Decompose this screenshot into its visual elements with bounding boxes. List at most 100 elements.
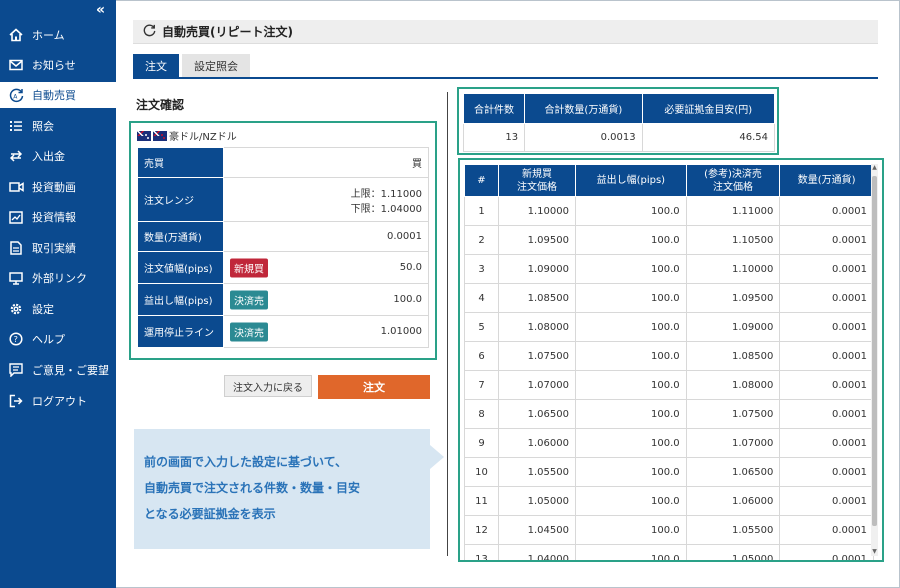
scroll-up-icon[interactable]: ▲ (871, 164, 878, 172)
australia-flag-icon (137, 130, 151, 141)
table-row: 3 1.09000 100.0 1.10000 0.0001 (464, 254, 874, 284)
profit-label: 益出し幅(pips) (137, 283, 224, 316)
orders-scrollbar[interactable]: ▲ ▼ (871, 164, 878, 556)
sell-price: 1.09000 (685, 312, 781, 342)
callout-pointer (430, 445, 444, 469)
range-upper: 上限：1.11000 (350, 188, 422, 200)
buy-price: 1.07500 (498, 341, 576, 371)
sidebar-item-trade-history[interactable]: 取引実績 (0, 235, 116, 261)
transfer-icon (8, 148, 24, 164)
close-sell-badge: 決済売 (230, 290, 268, 309)
callout-line-1: 前の画面で入力した設定に基づいて、 (144, 455, 348, 469)
buy-price: 1.05000 (498, 486, 576, 516)
new-buy-badge: 新規買 (230, 258, 268, 277)
orders-header-qty: 数量(万通貨) (779, 164, 874, 197)
summary-header-margin: 必要証拠金目安(円) (641, 93, 776, 124)
sidebar-item-label: ログアウト (32, 395, 87, 408)
quantity: 0.0001 (779, 312, 874, 342)
sidebar-item-label: 設定 (32, 303, 54, 316)
profit-width: 100.0 (575, 196, 687, 226)
auto-trade-icon (143, 24, 156, 40)
sidebar-item-label: 投資情報 (32, 211, 76, 224)
sidebar-item-label: 自動売買 (32, 89, 76, 102)
svg-text:?: ? (14, 335, 18, 344)
confirm-row-width: 注文値幅(pips) 新規買 50.0 (137, 251, 429, 284)
sidebar-item-home[interactable]: ホーム (0, 22, 116, 48)
sell-price: 1.07000 (685, 428, 781, 458)
back-to-input-button[interactable]: 注文入力に戻る (224, 375, 312, 397)
sidebar-item-video[interactable]: 投資動画 (0, 174, 116, 200)
scroll-thumb[interactable] (872, 176, 877, 526)
confirm-heading: 注文確認 (136, 98, 185, 112)
table-row: 5 1.08000 100.0 1.09000 0.0001 (464, 312, 874, 342)
confirm-row-qty: 数量(万通貨) 0.0001 (137, 221, 429, 252)
stop-label: 運用停止ライン (137, 315, 224, 348)
quantity: 0.0001 (779, 283, 874, 313)
range-value: 上限：1.11000 下限：1.04000 (223, 177, 429, 222)
stop-value-cell: 決済売 1.01000 (223, 315, 429, 348)
row-index: 11 (464, 486, 499, 516)
video-icon (8, 179, 24, 195)
page-title: 自動売買(リピート注文) (162, 25, 293, 39)
sidebar-item-label: 投資動画 (32, 181, 76, 194)
summary-header-qty: 合計数量(万通貨) (524, 93, 643, 124)
table-row: 6 1.07500 100.0 1.08500 0.0001 (464, 341, 874, 371)
sidebar-item-logout[interactable]: ログアウト (0, 388, 116, 414)
summary-table: 合計件数 合計数量(万通貨) 必要証拠金目安(円) 13 0.0013 46.5… (462, 93, 776, 152)
summary-header-count: 合計件数 (462, 93, 526, 124)
sidebar-item-investment-info[interactable]: 投資情報 (0, 204, 116, 230)
document-icon (8, 240, 24, 256)
sell-price: 1.08000 (685, 370, 781, 400)
callout-line-2: 自動売買で注文される件数・数量・目安 (144, 481, 361, 495)
sidebar-item-inquiry[interactable]: 照会 (0, 113, 116, 139)
submit-order-button[interactable]: 注文 (318, 375, 430, 399)
news-icon (8, 209, 24, 225)
tab-order[interactable]: 注文 (133, 54, 179, 77)
sidebar-item-deposit[interactable]: 入出金 (0, 143, 116, 169)
sidebar-item-auto-trade[interactable]: A 自動売買 (0, 82, 116, 108)
orders-header-sell-price: (参考)決済売 注文価格 (685, 164, 781, 197)
sidebar-item-external-links[interactable]: 外部リンク (0, 265, 116, 291)
width-value: 50.0 (399, 262, 422, 273)
profit-width: 100.0 (575, 399, 687, 429)
collapse-sidebar-icon[interactable]: « (96, 2, 105, 18)
orders-body: 1 1.10000 100.0 1.11000 0.0001 2 1.09500 100.0 1… (464, 196, 874, 560)
sidebar-item-help[interactable]: ? ヘルプ (0, 326, 116, 352)
close-sell-badge: 決済売 (230, 322, 268, 341)
sidebar-item-label: 照会 (32, 120, 54, 133)
sidebar-item-feedback[interactable]: ご意見・ご要望 (0, 357, 116, 383)
buy-price: 1.10000 (498, 196, 576, 226)
scroll-down-icon[interactable]: ▼ (871, 548, 878, 556)
help-icon: ? (8, 331, 24, 347)
range-lower: 下限：1.04000 (350, 203, 422, 215)
profit-width: 100.0 (575, 428, 687, 458)
sidebar-item-label: ホーム (32, 29, 65, 42)
sidebar-item-news[interactable]: お知らせ (0, 52, 116, 78)
confirm-row-profit: 益出し幅(pips) 決済売 100.0 (137, 283, 429, 316)
tab-settings-inquiry[interactable]: 設定照会 (182, 54, 250, 77)
sell-price: 1.05500 (685, 515, 781, 545)
table-row: 10 1.05500 100.0 1.06500 0.0001 (464, 457, 874, 487)
side-value: 買 (223, 147, 429, 178)
svg-text:A: A (13, 93, 18, 100)
quantity: 0.0001 (779, 399, 874, 429)
profit-width: 100.0 (575, 486, 687, 516)
buy-price: 1.09500 (498, 225, 576, 255)
buy-price: 1.07000 (498, 370, 576, 400)
orders-header-profit: 益出し幅(pips) (575, 164, 687, 197)
currency-pair: 豪ドル/NZドル (137, 128, 237, 143)
order-confirm-panel: 豪ドル/NZドル 売買 買 注文レンジ 上限：1.11000 下限：1.0400… (129, 121, 437, 360)
sidebar-item-settings[interactable]: 設定 (0, 296, 116, 322)
table-row: 9 1.06000 100.0 1.07000 0.0001 (464, 428, 874, 458)
table-row: 11 1.05000 100.0 1.06000 0.0001 (464, 486, 874, 516)
table-row: 4 1.08500 100.0 1.09500 0.0001 (464, 283, 874, 313)
confirm-row-side: 売買 買 (137, 147, 429, 178)
row-index: 1 (464, 196, 499, 226)
sidebar: « ホーム お知らせ A 自動売買 照会 入出金 投資動画 投資情報 取引実績 … (0, 0, 116, 588)
sidebar-item-label: ヘルプ (32, 333, 65, 346)
buy-price: 1.04500 (498, 515, 576, 545)
feedback-icon (8, 362, 24, 378)
summary-panel: 合計件数 合計数量(万通貨) 必要証拠金目安(円) 13 0.0013 46.5… (457, 87, 779, 155)
quantity: 0.0001 (779, 254, 874, 284)
profit-width: 100.0 (575, 457, 687, 487)
